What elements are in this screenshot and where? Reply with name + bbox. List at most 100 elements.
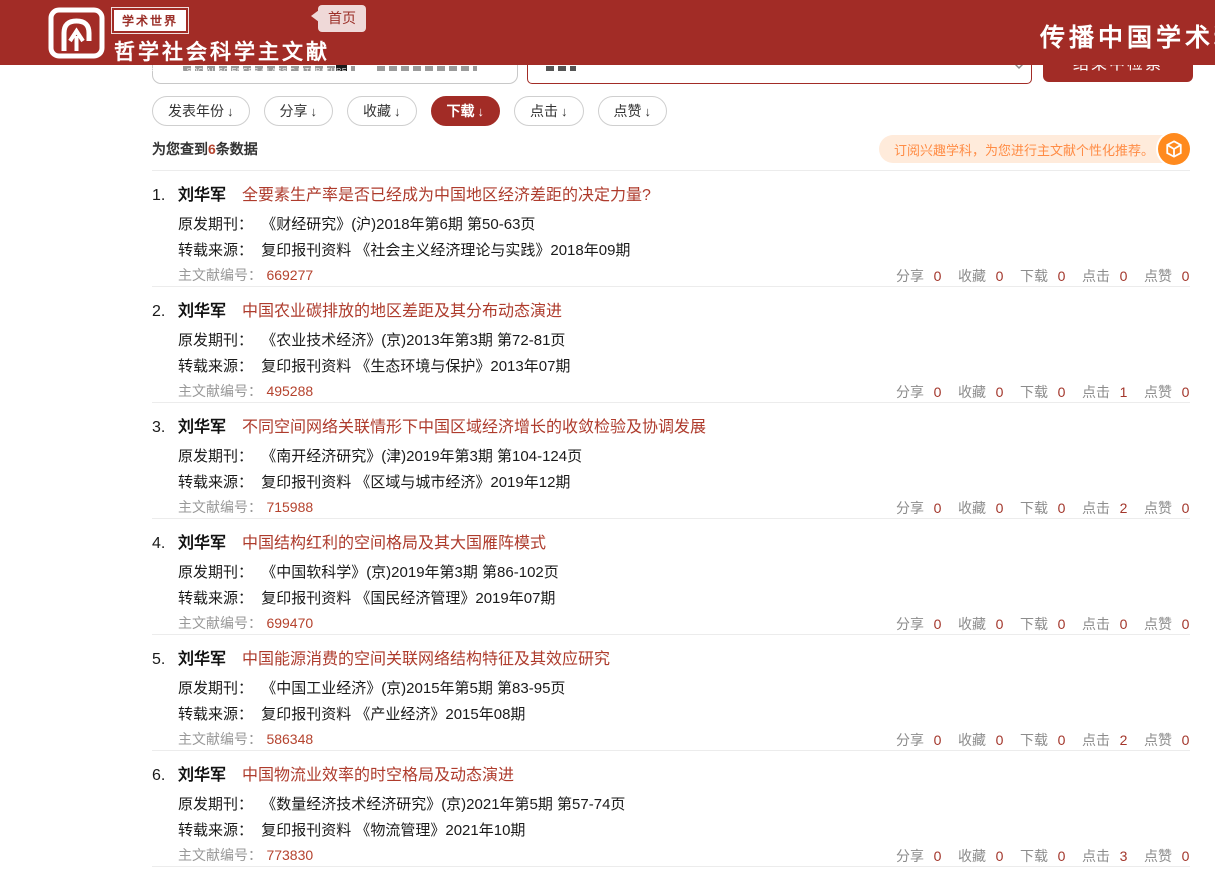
stat-download-value: 0	[1057, 497, 1066, 519]
stat-like-value: 0	[1181, 497, 1190, 519]
sort-filter-row: 发表年份↓ 分享↓ 收藏↓ 下载↓ 点击↓ 点赞↓	[152, 96, 667, 126]
stat-like-label: 点赞	[1144, 497, 1172, 519]
stat-download-value: 0	[1057, 729, 1066, 751]
sort-desc-icon: ↓	[561, 104, 568, 119]
stat-share-value: 0	[933, 613, 942, 635]
result-title-link[interactable]: 全要素生产率是否已经成为中国地区经济差距的决定力量?	[242, 185, 651, 207]
original-journal-label: 原发期刊：	[178, 448, 253, 465]
document-id: 主文献编号： 699470	[178, 612, 313, 635]
reprint-source-label: 转载来源：	[178, 358, 253, 375]
recommend-icon[interactable]	[1158, 133, 1190, 165]
stat-download-label: 下载	[1020, 845, 1048, 867]
original-journal-value: 《中国工业经济》(京)2015年第5期 第83-95页	[261, 680, 565, 697]
stat-download-value: 0	[1057, 613, 1066, 635]
stat-collect-label: 收藏	[958, 845, 986, 867]
summary-row: 为您查到6条数据 订阅兴趣学科，为您进行主文献个性化推荐。	[152, 132, 1190, 166]
result-item: 4. 刘华军 中国结构红利的空间格局及其大国雁阵模式 原发期刊： 《中国软科学》…	[152, 519, 1190, 635]
sort-pill-share[interactable]: 分享↓	[264, 96, 334, 126]
result-title-link[interactable]: 不同空间网络关联情形下中国区域经济增长的收敛检验及协调发展	[242, 417, 706, 439]
stat-click-label: 点击	[1082, 265, 1110, 287]
stat-click-value: 1	[1119, 381, 1128, 403]
result-stats: 分享0 收藏0 下载0 点击2 点赞0	[896, 497, 1190, 519]
document-id-value: 699470	[266, 615, 313, 631]
tab-home[interactable]: 首页	[318, 5, 366, 32]
sort-pill-like[interactable]: 点赞↓	[598, 96, 668, 126]
result-author[interactable]: 刘华军	[178, 533, 226, 555]
original-journal-label: 原发期刊：	[178, 332, 253, 349]
result-stats: 分享0 收藏0 下载0 点击0 点赞0	[896, 265, 1190, 287]
result-author[interactable]: 刘华军	[178, 649, 226, 671]
result-stats: 分享0 收藏0 下载0 点击2 点赞0	[896, 729, 1190, 751]
stat-download-label: 下载	[1020, 729, 1048, 751]
document-id: 主文献编号： 773830	[178, 844, 313, 867]
result-title-link[interactable]: 中国结构红利的空间格局及其大国雁阵模式	[242, 533, 546, 555]
clipped-text-fragment	[546, 66, 576, 71]
sort-pill-collect[interactable]: 收藏↓	[347, 96, 417, 126]
document-id-value: 495288	[266, 383, 313, 399]
site-title: 哲学社会科学主文献	[114, 36, 347, 66]
result-index: 1.	[152, 185, 178, 207]
result-index: 6.	[152, 765, 178, 787]
stat-like-value: 0	[1181, 613, 1190, 635]
stat-click-label: 点击	[1082, 497, 1110, 519]
document-id-label: 主文献编号：	[178, 847, 262, 863]
document-id: 主文献编号： 715988	[178, 496, 313, 519]
reprint-source-label: 转载来源：	[178, 474, 253, 491]
result-stats: 分享0 收藏0 下载0 点击1 点赞0	[896, 381, 1190, 403]
result-title-link[interactable]: 中国能源消费的空间关联网络结构特征及其效应研究	[242, 649, 610, 671]
stat-download-label: 下载	[1020, 381, 1048, 403]
result-author[interactable]: 刘华军	[178, 185, 226, 207]
stat-like-label: 点赞	[1144, 729, 1172, 751]
stat-click-value: 2	[1119, 729, 1128, 751]
stat-download-label: 下载	[1020, 613, 1048, 635]
result-title-link[interactable]: 中国农业碳排放的地区差距及其分布动态演进	[242, 301, 562, 323]
result-item: 3. 刘华军 不同空间网络关联情形下中国区域经济增长的收敛检验及协调发展 原发期…	[152, 403, 1190, 519]
stat-like-label: 点赞	[1144, 613, 1172, 635]
result-title-link[interactable]: 中国物流业效率的时空格局及动态演进	[242, 765, 514, 787]
result-item: 5. 刘华军 中国能源消费的空间关联网络结构特征及其效应研究 原发期刊： 《中国…	[152, 635, 1190, 751]
original-journal-label: 原发期刊：	[178, 680, 253, 697]
clipped-text-fragment	[377, 66, 477, 71]
reprint-source-value: 复印报刊资料 《生态环境与保护》2013年07期	[261, 358, 570, 375]
stat-like-value: 0	[1181, 381, 1190, 403]
result-count-prefix: 为您查到	[152, 141, 208, 157]
reprint-source-label: 转载来源：	[178, 706, 253, 723]
document-id-label: 主文献编号：	[178, 499, 262, 515]
stat-collect-value: 0	[995, 265, 1004, 287]
sort-pill-year[interactable]: 发表年份↓	[152, 96, 250, 126]
sort-pill-click[interactable]: 点击↓	[514, 96, 584, 126]
result-count-text: 为您查到6条数据	[152, 139, 258, 159]
sort-pill-label: 点击	[530, 101, 558, 121]
site-logo[interactable]: 学术世界 哲学社会科学主文献 PHILOSOPHY AND SOCIAL SCI…	[48, 7, 347, 75]
recommend-notice-text: 订阅兴趣学科，为您进行主文献个性化推荐。	[879, 135, 1186, 163]
original-journal-value: 《中国软科学》(京)2019年第3期 第86-102页	[261, 564, 559, 581]
result-index: 3.	[152, 417, 178, 439]
reprint-source-value: 复印报刊资料 《物流管理》2021年10期	[261, 822, 525, 839]
original-journal-value: 《南开经济研究》(津)2019年第3期 第104-124页	[261, 448, 582, 465]
original-journal-value: 《财经研究》(沪)2018年第6期 第50-63页	[261, 216, 535, 233]
page: 学术世界 哲学社会科学主文献 PHILOSOPHY AND SOCIAL SCI…	[0, 0, 1215, 880]
stat-download-label: 下载	[1020, 497, 1048, 519]
document-id: 主文献编号： 669277	[178, 264, 313, 287]
stat-collect-value: 0	[995, 729, 1004, 751]
document-id-label: 主文献编号：	[178, 731, 262, 747]
stat-like-label: 点赞	[1144, 845, 1172, 867]
result-author[interactable]: 刘华军	[178, 765, 226, 787]
result-item: 1. 刘华军 全要素生产率是否已经成为中国地区经济差距的决定力量? 原发期刊： …	[152, 171, 1190, 287]
stat-download-value: 0	[1057, 845, 1066, 867]
document-id-value: 773830	[266, 847, 313, 863]
result-author[interactable]: 刘华军	[178, 417, 226, 439]
sort-pill-label: 分享	[280, 101, 308, 121]
sort-pill-download[interactable]: 下载↓	[431, 96, 501, 126]
document-id-value: 715988	[266, 499, 313, 515]
stat-like-value: 0	[1181, 265, 1190, 287]
stat-download-label: 下载	[1020, 265, 1048, 287]
recommend-notice[interactable]: 订阅兴趣学科，为您进行主文献个性化推荐。	[879, 133, 1190, 165]
stat-share-value: 0	[933, 265, 942, 287]
document-id-label: 主文献编号：	[178, 615, 262, 631]
stat-collect-value: 0	[995, 381, 1004, 403]
result-author[interactable]: 刘华军	[178, 301, 226, 323]
stat-like-label: 点赞	[1144, 381, 1172, 403]
stat-click-label: 点击	[1082, 613, 1110, 635]
stat-share-label: 分享	[896, 729, 924, 751]
